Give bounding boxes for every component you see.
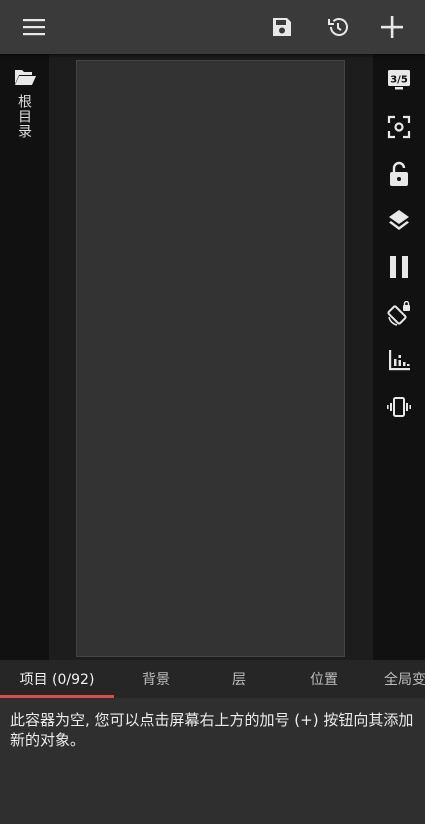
vibrate-button[interactable]	[381, 389, 417, 425]
tab-position[interactable]: 位置	[286, 660, 362, 698]
scene-canvas[interactable]	[76, 60, 345, 657]
layers-button[interactable]	[381, 202, 417, 238]
tab-items[interactable]: 项目 (0/92)	[0, 660, 114, 698]
top-toolbar	[0, 0, 425, 54]
screen-counter-icon: 3/5	[388, 70, 410, 90]
rotation-lock-button[interactable]	[381, 296, 417, 332]
focus-capture-button[interactable]	[381, 109, 417, 145]
tab-background[interactable]: 背景	[120, 660, 192, 698]
focus-capture-icon	[387, 115, 411, 139]
pause-icon	[390, 256, 408, 278]
menu-button[interactable]	[14, 0, 54, 54]
tab-global-variables[interactable]: 全局变	[374, 660, 425, 698]
add-button[interactable]	[372, 0, 412, 54]
lock-toggle-button[interactable]	[381, 156, 417, 192]
unlock-icon	[390, 161, 408, 186]
equalizer-button[interactable]	[381, 342, 417, 378]
save-button[interactable]	[262, 0, 302, 54]
folder-open-icon[interactable]	[14, 68, 36, 90]
scene-counter-button[interactable]: 3/5	[381, 62, 417, 98]
tab-layers[interactable]: 层	[204, 660, 274, 698]
empty-container-message: 此容器为空, 您可以点击屏幕右上方的加号 (+) 按钮向其添加新的对象。	[10, 711, 414, 749]
hamburger-menu-icon	[23, 19, 45, 36]
left-panel: 根目录	[0, 54, 49, 660]
scene-counter-text: 3/5	[390, 75, 408, 86]
right-tool-panel: 3/5	[373, 54, 425, 660]
layers-icon	[389, 210, 409, 230]
bottom-tab-bar: 项目 (0/92) 背景 层 位置 全局变	[0, 660, 425, 698]
root-directory-label[interactable]: 根目录	[14, 94, 34, 139]
floppy-disk-icon	[273, 18, 291, 36]
history-icon	[328, 18, 348, 36]
rotate-lock-icon	[387, 301, 410, 326]
history-button[interactable]	[318, 0, 358, 54]
equalizer-icon	[389, 350, 410, 371]
items-panel: 此容器为空, 您可以点击屏幕右上方的加号 (+) 按钮向其添加新的对象。	[0, 698, 425, 824]
vibrate-icon	[387, 397, 411, 417]
plus-icon	[381, 16, 403, 38]
pause-button[interactable]	[381, 249, 417, 285]
